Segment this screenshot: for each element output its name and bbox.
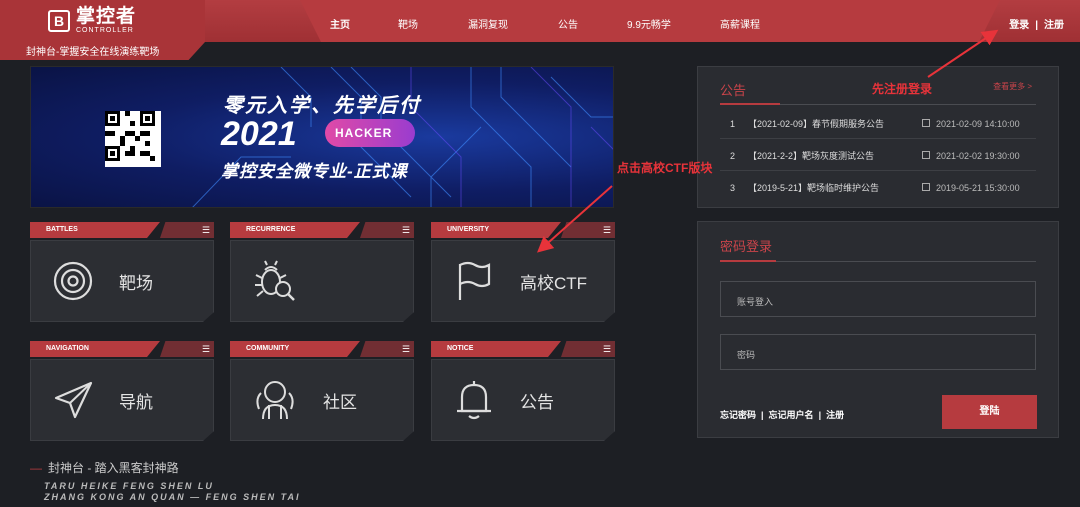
qr-code <box>105 111 161 167</box>
calendar-icon <box>922 119 930 127</box>
nav-vuln-reproduce[interactable]: 漏洞复现 <box>468 16 508 31</box>
bell-icon <box>457 381 491 420</box>
navigation-arrow-icon <box>54 381 93 419</box>
tagline: 封神台-掌握安全在线演练靶场 <box>26 47 160 58</box>
target-icon <box>53 261 93 301</box>
account-input[interactable]: 账号登入 <box>720 281 1036 317</box>
card-label: 高校CTF <box>520 273 588 293</box>
bug-search-icon <box>255 260 295 301</box>
password-input[interactable]: 密码 <box>720 334 1036 370</box>
announcement-row[interactable]: 1 【2021-02-09】春节假期服务公告 2021-02-09 14:10:… <box>720 107 1036 139</box>
banner-slogan: 零元入学、先学后付 <box>223 95 421 117</box>
card-tag: UNIVERSITY <box>431 222 561 238</box>
register-link[interactable]: 注册 <box>1044 20 1064 31</box>
calendar-icon <box>922 183 930 191</box>
card-label: 社区 <box>323 392 357 412</box>
announcement-date: 2021-02-09 14:10:00 <box>936 119 1020 129</box>
logo-text: 掌控者 <box>76 6 137 27</box>
card-label: 公告 <box>520 392 554 412</box>
announcement-date: 2019-05-21 15:30:00 <box>936 183 1020 193</box>
menu-icon: ☰ <box>401 225 410 235</box>
nav-range[interactable]: 靶场 <box>398 16 418 31</box>
menu-icon: ☰ <box>201 344 210 354</box>
banner-year: 2021 <box>221 115 297 153</box>
annotation-click-ctf: 点击高校CTF版块 <box>617 161 713 175</box>
main-nav: 主页 靶场 漏洞复现 公告 9.9元畅学 高薪课程 <box>300 0 1000 42</box>
annotation-register-first: 先注册登录 <box>872 82 933 96</box>
card-tag: COMMUNITY <box>230 341 360 357</box>
logo[interactable]: B 掌控者 CONTROLLER <box>48 6 137 34</box>
announcement-row[interactable]: 2 【2021-2-2】靶场灰度测试公告 2021-02-02 19:30:00 <box>720 139 1036 171</box>
register-link[interactable]: 注册 <box>826 410 844 420</box>
login-link[interactable]: 登录 <box>1009 20 1029 31</box>
login-title: 密码登录 <box>720 239 773 254</box>
forgot-password-link[interactable]: 忘记密码 <box>720 410 756 420</box>
card-notice[interactable]: NOTICE ☰ 公告 <box>431 341 615 441</box>
login-button[interactable]: 登陆 <box>942 395 1037 429</box>
announcement-row[interactable]: 3 【2019-5-21】靶场临时维护公告 2019-05-21 15:30:0… <box>720 171 1036 203</box>
logo-subtext: CONTROLLER <box>76 27 134 34</box>
card-tag: RECURRENCE <box>230 222 360 238</box>
card-battles[interactable]: BATTLES ☰ 靶场 <box>30 222 214 322</box>
card-tag: NAVIGATION <box>30 341 160 357</box>
footer-title: — 封神台 - 踏入黑客封神路 <box>30 461 179 475</box>
flag-icon <box>458 261 491 300</box>
card-tag: NOTICE <box>431 341 561 357</box>
menu-icon: ☰ <box>201 225 210 235</box>
card-community[interactable]: COMMUNITY ☰ 社区 <box>230 341 414 441</box>
panel-title: 公告 <box>720 83 747 98</box>
card-label: 导航 <box>119 392 153 412</box>
card-navigation[interactable]: NAVIGATION ☰ 导航 <box>30 341 214 441</box>
menu-icon: ☰ <box>602 225 611 235</box>
login-links: 忘记密码 | 忘记用户名 | 注册 <box>720 410 845 420</box>
auth-separator: | <box>1035 20 1038 31</box>
card-university[interactable]: UNIVERSITY ☰ 高校CTF <box>431 222 615 322</box>
footer-pinyin-1: TARU HEIKE FENG SHEN LU <box>44 481 214 491</box>
banner-course-title: 掌控安全微专业-正式课 <box>221 162 408 181</box>
view-more-link[interactable]: 查看更多 > <box>993 81 1032 92</box>
nav-home[interactable]: 主页 <box>330 16 350 31</box>
auth-links: 登录 | 注册 <box>1009 16 1064 31</box>
nav-notice[interactable]: 公告 <box>558 16 578 31</box>
menu-icon: ☰ <box>602 344 611 354</box>
announcement-title[interactable]: 【2021-02-09】春节假期服务公告 <box>748 117 884 130</box>
announcement-title[interactable]: 【2021-2-2】靶场灰度测试公告 <box>748 149 874 162</box>
announcement-title[interactable]: 【2019-5-21】靶场临时维护公告 <box>748 181 879 194</box>
announcement-date: 2021-02-02 19:30:00 <box>936 151 1020 161</box>
footer-pinyin-2: ZHANG KONG AN QUAN — FENG SHEN TAI <box>44 492 301 502</box>
community-people-icon <box>256 381 294 420</box>
card-tag: BATTLES <box>30 222 160 238</box>
card-label: 靶场 <box>119 273 153 293</box>
hacker-badge: HACKER <box>325 119 415 147</box>
forgot-username-link[interactable]: 忘记用户名 <box>769 410 814 420</box>
nav-course-9-9[interactable]: 9.9元畅学 <box>627 16 671 31</box>
menu-icon: ☰ <box>401 344 410 354</box>
card-recurrence[interactable]: RECURRENCE ☰ <box>230 222 414 322</box>
login-panel: 密码登录 账号登入 密码 忘记密码 | 忘记用户名 | 注册 登陆 <box>697 221 1059 438</box>
nav-advanced-course[interactable]: 高薪课程 <box>720 16 760 31</box>
calendar-icon <box>922 151 930 159</box>
promo-banner[interactable]: 零元入学、先学后付 2021 HACKER 掌控安全微专业-正式课 <box>30 66 614 208</box>
logo-mark-icon: B <box>48 10 70 32</box>
